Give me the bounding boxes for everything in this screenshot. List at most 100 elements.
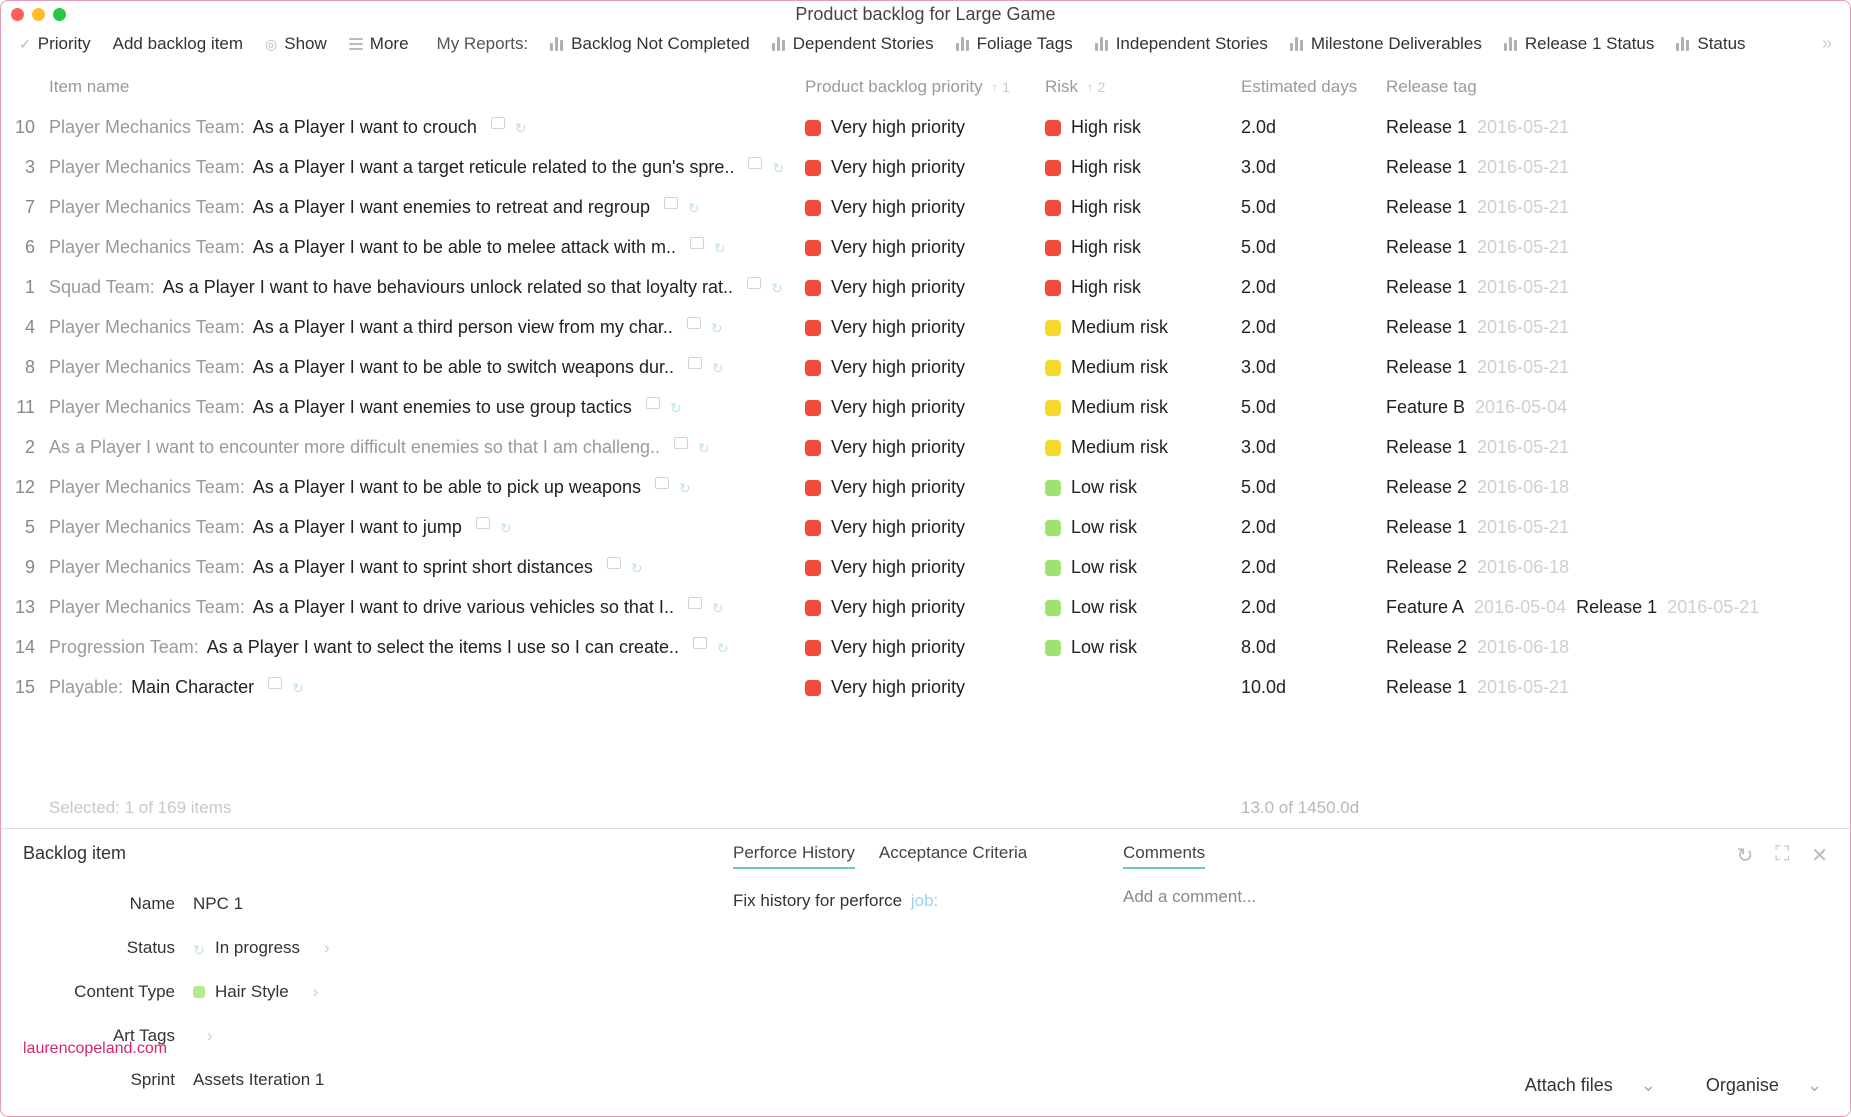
priority-text: Very high priority — [831, 277, 965, 297]
row-name: Player Mechanics Team: As a Player I wan… — [45, 117, 805, 138]
priority-text: Very high priority — [831, 477, 965, 497]
row-id: 9 — [13, 557, 45, 578]
row-estimate: 2.0d — [1241, 117, 1386, 138]
overflow-icon[interactable] — [1822, 33, 1832, 54]
progress-icon — [688, 197, 700, 218]
table-row[interactable]: 5Player Mechanics Team: As a Player I wa… — [1, 507, 1850, 547]
target-icon — [265, 34, 277, 54]
progress-icon — [712, 357, 724, 378]
report-independent-stories[interactable]: Independent Stories — [1095, 34, 1268, 54]
col-item-name[interactable]: Item name — [45, 77, 805, 97]
report-label: Release 1 Status — [1525, 34, 1654, 54]
row-release-tag: Release 12016-05-21 — [1386, 197, 1838, 218]
report-backlog-not-completed[interactable]: Backlog Not Completed — [550, 34, 750, 54]
risk-text: Low risk — [1071, 517, 1137, 537]
content-type-value[interactable]: Hair Style — [193, 982, 318, 1002]
report-foliage-tags[interactable]: Foliage Tags — [956, 34, 1073, 54]
table-row[interactable]: 4Player Mechanics Team: As a Player I wa… — [1, 307, 1850, 347]
col-risk[interactable]: Risk ↑ 2 — [1045, 77, 1241, 97]
report-release-1-status[interactable]: Release 1 Status — [1504, 34, 1654, 54]
detail-mid: Perforce History Acceptance Criteria Fix… — [733, 843, 1113, 1102]
table-row[interactable]: 2As a Player I want to encounter more di… — [1, 427, 1850, 467]
close-icon[interactable]: ✕ — [1811, 843, 1828, 869]
tag-name: Release 2 — [1386, 637, 1467, 658]
team-label: Player Mechanics Team: — [49, 317, 245, 338]
story-text: As a Player I want to be able to melee a… — [253, 237, 676, 258]
risk-text: High risk — [1071, 277, 1141, 297]
table-row[interactable]: 10Player Mechanics Team: As a Player I w… — [1, 107, 1850, 147]
table-row[interactable]: 7Player Mechanics Team: As a Player I wa… — [1, 187, 1850, 227]
table-row[interactable]: 3Player Mechanics Team: As a Player I wa… — [1, 147, 1850, 187]
table-row[interactable]: 11Player Mechanics Team: As a Player I w… — [1, 387, 1850, 427]
row-risk: High risk — [1045, 117, 1241, 138]
row-risk: Medium risk — [1045, 397, 1241, 418]
art-tags-value[interactable] — [193, 1026, 213, 1046]
report-dependent-stories[interactable]: Dependent Stories — [772, 34, 934, 54]
show-label: Show — [284, 34, 327, 54]
row-priority: Very high priority — [805, 157, 1045, 178]
row-name: Player Mechanics Team: As a Player I wan… — [45, 357, 805, 378]
attach-label: Attach files — [1525, 1075, 1613, 1096]
row-release-tag: Release 2 2016-06-18 — [1386, 557, 1838, 578]
row-risk: High risk — [1045, 197, 1241, 218]
row-name: Player Mechanics Team: As a Player I wan… — [45, 197, 805, 218]
risk-square-icon — [1045, 280, 1061, 296]
tab-acceptance[interactable]: Acceptance Criteria — [879, 843, 1027, 869]
sprint-value[interactable]: Assets Iteration 1 — [193, 1070, 324, 1090]
story-text: As a Player I want to select the items I… — [207, 637, 679, 658]
row-name: Player Mechanics Team: As a Player I wan… — [45, 237, 805, 258]
col-release-tag[interactable]: Release tag — [1386, 77, 1838, 97]
show-button[interactable]: Show — [265, 34, 327, 54]
attach-files-button[interactable]: Attach files — [1525, 1075, 1656, 1096]
tab-perforce[interactable]: Perforce History — [733, 843, 855, 869]
add-comment-input[interactable]: Add a comment... — [1123, 887, 1828, 907]
status-value[interactable]: In progress — [193, 938, 330, 958]
more-button[interactable]: More — [349, 34, 409, 54]
row-risk: Medium risk — [1045, 357, 1241, 378]
team-label: Player Mechanics Team: — [49, 117, 245, 138]
row-estimate: 5.0d — [1241, 237, 1386, 258]
table-row[interactable]: 6Player Mechanics Team: As a Player I wa… — [1, 227, 1850, 267]
detail-heading: Backlog item — [23, 843, 723, 864]
detail-panel: Backlog item Name NPC 1 Status In progre… — [1, 828, 1850, 1116]
tag-date: 2016-06-18 — [1477, 557, 1569, 578]
name-value[interactable]: NPC 1 — [193, 894, 243, 914]
priority-text: Very high priority — [831, 117, 965, 137]
story-text: As a Player I want to have behaviours un… — [163, 277, 733, 298]
priority-button[interactable]: Priority — [19, 34, 91, 54]
story-text: As a Player I want to be able to switch … — [253, 357, 674, 378]
team-label: Player Mechanics Team: — [49, 197, 245, 218]
columns-header: Item name Product backlog priority ↑ 1 R… — [1, 65, 1850, 107]
backlog-table: 10Player Mechanics Team: As a Player I w… — [1, 107, 1850, 788]
add-backlog-button[interactable]: Add backlog item — [113, 34, 243, 54]
table-row[interactable]: 1Squad Team: As a Player I want to have … — [1, 267, 1850, 307]
check-icon — [19, 34, 31, 54]
tab-comments[interactable]: Comments — [1123, 843, 1205, 869]
table-row[interactable]: 14Progression Team: As a Player I want t… — [1, 627, 1850, 667]
tag-name: Release 2 — [1386, 557, 1467, 578]
row-id: 2 — [13, 437, 45, 458]
priority-text: Very high priority — [831, 637, 965, 657]
organise-button[interactable]: Organise — [1706, 1075, 1822, 1096]
note-icon — [476, 517, 490, 529]
priority-text: Very high priority — [831, 157, 965, 177]
report-milestone-deliverables[interactable]: Milestone Deliverables — [1290, 34, 1482, 54]
priority-text: Very high priority — [831, 357, 965, 377]
priority-square-icon — [805, 680, 821, 696]
table-row[interactable]: 15Playable: Main CharacterVery high prio… — [1, 667, 1850, 707]
table-row[interactable]: 8Player Mechanics Team: As a Player I wa… — [1, 347, 1850, 387]
tag-name: Release 1 — [1386, 517, 1467, 538]
lines-icon — [349, 38, 363, 50]
table-row[interactable]: 13Player Mechanics Team: As a Player I w… — [1, 587, 1850, 627]
col-priority[interactable]: Product backlog priority ↑ 1 — [805, 77, 1045, 97]
perforce-job-link[interactable]: job: — [911, 891, 938, 910]
expand-icon[interactable]: ⛶ — [1775, 843, 1789, 869]
note-icon — [693, 637, 707, 649]
priority-square-icon — [805, 400, 821, 416]
refresh-icon[interactable]: ↻ — [1736, 843, 1753, 869]
table-row[interactable]: 12Player Mechanics Team: As a Player I w… — [1, 467, 1850, 507]
report-status[interactable]: Status — [1676, 34, 1745, 54]
table-row[interactable]: 9Player Mechanics Team: As a Player I wa… — [1, 547, 1850, 587]
col-estimated[interactable]: Estimated days — [1241, 77, 1386, 97]
row-estimate: 5.0d — [1241, 397, 1386, 418]
